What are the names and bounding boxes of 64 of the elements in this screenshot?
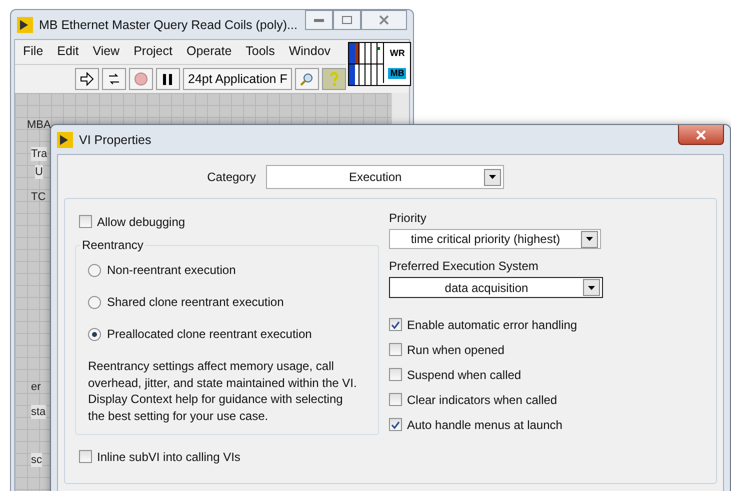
panel-label: sc [31, 453, 42, 467]
panel-label: er [31, 381, 41, 393]
caret-icon [586, 237, 593, 241]
checkbox[interactable]: Allow debugging [79, 209, 389, 234]
radio-button[interactable]: Shared clone reentrant execution [88, 286, 368, 318]
close-button[interactable] [678, 125, 724, 145]
search-button[interactable] [295, 68, 320, 90]
menu-item[interactable]: Windov [288, 44, 331, 60]
app-icon [57, 132, 73, 148]
menu-item[interactable]: Tools [246, 44, 275, 60]
radio-button[interactable]: Non-reentrant execution [88, 254, 368, 286]
app-icon [17, 16, 33, 32]
question-mark-icon [329, 72, 340, 86]
category-dropdown[interactable]: Execution [266, 165, 504, 189]
checkbox[interactable]: Auto handle menus at launch [389, 412, 702, 437]
menu-item[interactable]: Project [134, 44, 172, 60]
minimize-button[interactable] [305, 10, 333, 30]
execution-system-label: Preferred Execution System [389, 259, 540, 273]
priority-dropdown[interactable]: time critical priority (highest) [389, 229, 601, 249]
panel-label: Tra [31, 147, 48, 161]
panel-label: U [35, 165, 43, 179]
menu-item[interactable]: View [92, 44, 120, 60]
checkbox[interactable]: Inline subVI into calling VIs [79, 444, 389, 469]
priority-label: Priority [389, 211, 428, 225]
panel-label: sta [31, 405, 46, 419]
close-icon [379, 15, 389, 25]
checkbox[interactable]: Run when opened [389, 337, 702, 362]
font-dropdown[interactable]: 24pt Application F [183, 68, 292, 90]
dropdown-button[interactable] [484, 168, 501, 186]
stop-icon [134, 72, 148, 86]
group-title: Reentrancy [81, 238, 144, 252]
pause-button[interactable] [156, 68, 180, 90]
checkmark-icon [391, 320, 400, 328]
maximize-icon [342, 16, 352, 24]
menu-item[interactable]: Edit [57, 44, 79, 60]
arrow-icon [80, 72, 94, 86]
category-label: Category [207, 170, 256, 184]
checkmark-icon [391, 420, 400, 428]
panel-label: TC [31, 191, 46, 203]
checkbox[interactable]: Suspend when called [389, 362, 702, 387]
run-button[interactable] [75, 68, 99, 90]
caret-icon [588, 286, 595, 290]
pause-icon [163, 74, 173, 84]
reentrancy-note: Reentrancy settings affect memory usage, call overhead, jitter, and state maintained within the VI. Display Context help for guidance with selecting the best setting for your use case. [88, 358, 358, 424]
maximize-button[interactable] [333, 10, 361, 30]
minimize-icon [314, 18, 324, 22]
close-icon [696, 130, 706, 140]
radio-button[interactable]: Preallocated clone reentrant execution [88, 318, 368, 350]
search-icon [300, 72, 314, 86]
icon-label: MB [388, 68, 406, 78]
checkbox[interactable]: Enable automatic error handling [389, 312, 702, 337]
dropdown-button[interactable] [581, 230, 598, 248]
icon-label: WR [388, 48, 406, 58]
panel-label: MBA [27, 119, 51, 131]
dropdown-button[interactable] [583, 279, 600, 296]
caret-icon [488, 175, 496, 179]
loop-arrows-icon [107, 72, 121, 86]
menu-item[interactable]: File [23, 44, 44, 60]
window-title: MB Ethernet Master Query Read Coils (poly)... [39, 18, 298, 32]
dialog-title: VI Properties [79, 132, 152, 146]
menu-item[interactable]: Operate [186, 44, 232, 60]
execution-system-dropdown[interactable]: data acquisition [389, 277, 603, 298]
run-continuously-button[interactable] [102, 68, 126, 90]
checkbox[interactable]: Clear indicators when called [389, 387, 702, 412]
